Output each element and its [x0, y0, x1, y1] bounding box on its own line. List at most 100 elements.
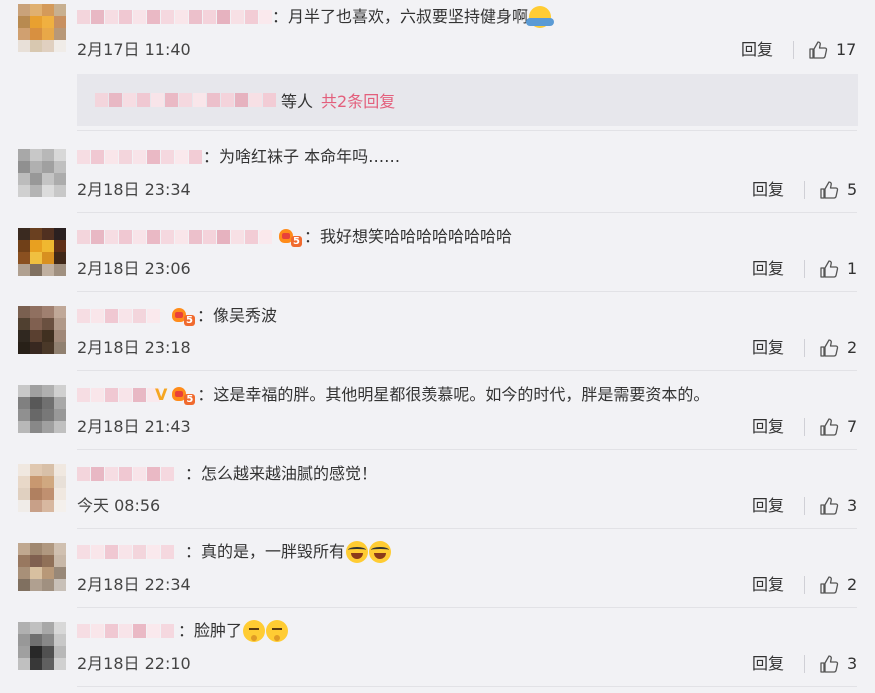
sub-replies-box[interactable]: 等人 共2条回复: [77, 74, 858, 126]
sub-replies-suffix: 等人: [281, 92, 314, 111]
thumbs-up-icon: [820, 655, 839, 673]
comment-divider: [77, 212, 857, 213]
avatar[interactable]: [18, 306, 66, 354]
comment-text: ：怎么越来越油腻的感觉！: [185, 463, 377, 485]
username-blurred[interactable]: [77, 463, 175, 485]
thumbs-up-icon: [820, 576, 839, 594]
reply-button[interactable]: 回复: [752, 654, 784, 674]
comment-text-content: ：真的是，一胖毁所有: [185, 542, 346, 561]
like-count: 2: [847, 575, 858, 594]
comment-text-content: ：为啥红袜子 本命年吗……: [203, 147, 401, 166]
hug-emoji-icon: [526, 6, 555, 28]
comment-divider: [77, 686, 857, 687]
avatar[interactable]: [18, 4, 66, 52]
like-button[interactable]: 3: [819, 496, 857, 516]
comment-text: 5 ：我好想笑哈哈哈哈哈哈哈哈: [278, 226, 512, 248]
action-separator: [804, 576, 805, 594]
comment-text: ：真的是，一胖毁所有: [185, 541, 392, 563]
like-button[interactable]: 2: [819, 575, 857, 595]
avatar[interactable]: [18, 543, 66, 591]
comment-time: 2月18日 21:43: [77, 417, 191, 436]
reply-button[interactable]: 回复: [752, 417, 784, 437]
comment-time: 2月18日 23:34: [77, 180, 191, 199]
reply-button[interactable]: 回复: [741, 40, 773, 60]
verified-v-icon: V: [155, 385, 168, 404]
comment-divider: [77, 528, 857, 529]
like-button[interactable]: 1: [819, 259, 857, 279]
like-count: 17: [836, 40, 857, 59]
member-badge-icon: 5: [171, 385, 196, 405]
reply-button[interactable]: 回复: [752, 338, 784, 358]
like-count: 3: [847, 654, 858, 673]
thumbs-up-icon: [820, 418, 839, 436]
username-blurred[interactable]: [77, 226, 273, 248]
laugh-cry-emoji-icon: [346, 541, 369, 563]
thumbs-up-icon: [820, 260, 839, 278]
comment-time: 2月18日 22:10: [77, 654, 191, 673]
comment-text: ：脸肿了: [178, 620, 289, 642]
action-separator: [804, 339, 805, 357]
thinking-emoji-icon: [243, 620, 266, 642]
action-separator: [804, 181, 805, 199]
comment-divider: [77, 607, 857, 608]
comment-time: 2月18日 22:34: [77, 575, 191, 594]
reply-button[interactable]: 回复: [752, 180, 784, 200]
like-button[interactable]: 17: [808, 40, 856, 60]
username-blurred[interactable]: [77, 305, 161, 327]
username-blurred[interactable]: [95, 89, 277, 111]
like-button[interactable]: 7: [819, 417, 857, 437]
username-blurred[interactable]: [77, 384, 161, 406]
avatar[interactable]: [18, 149, 66, 197]
comment-text: V 5 ：这是幸福的胖。其他明星都很羡慕呢。如今的时代，胖是需要资本的。: [155, 384, 709, 406]
comment-text: ：月半了也喜欢，六叔要坚持健身啊: [272, 6, 555, 28]
comment-divider: [77, 370, 857, 371]
laugh-cry-emoji-icon: [369, 541, 392, 563]
like-count: 2: [847, 338, 858, 357]
like-button[interactable]: 3: [819, 654, 857, 674]
avatar[interactable]: [18, 385, 66, 433]
comment-time: 今天 08:56: [77, 496, 161, 515]
username-blurred[interactable]: [77, 541, 175, 563]
action-separator: [804, 418, 805, 436]
more-replies-link[interactable]: 共2条回复: [321, 88, 395, 112]
like-count: 3: [847, 496, 858, 515]
action-separator: [793, 41, 794, 59]
reply-button[interactable]: 回复: [752, 259, 784, 279]
comment-text: 5 ：像吴秀波: [171, 305, 277, 327]
comment-divider: [77, 130, 857, 131]
action-separator: [804, 497, 805, 515]
comment-time: 2月18日 23:06: [77, 259, 191, 278]
comment-time: 2月18日 23:18: [77, 338, 191, 357]
like-count: 5: [847, 180, 858, 199]
comment-time: 2月17日 11:40: [77, 40, 191, 59]
avatar[interactable]: [18, 228, 66, 276]
thumbs-up-icon: [809, 41, 828, 59]
comment-text-content: ：怎么越来越油腻的感觉！: [185, 464, 378, 483]
comment-divider: [77, 449, 857, 450]
username-blurred[interactable]: [77, 620, 175, 642]
comment-text-content: ：月半了也喜欢，六叔要坚持健身啊: [272, 7, 529, 26]
reply-button[interactable]: 回复: [752, 575, 784, 595]
like-count: 1: [847, 259, 858, 278]
comment-text-content: ：我好想笑哈哈哈哈哈哈哈哈: [304, 227, 513, 246]
action-separator: [804, 655, 805, 673]
username-blurred[interactable]: [77, 146, 203, 168]
comment-text: ：为啥红袜子 本命年吗……: [203, 146, 400, 168]
action-separator: [804, 260, 805, 278]
member-badge-icon: 5: [171, 306, 195, 326]
like-button[interactable]: 2: [819, 338, 857, 358]
thumbs-up-icon: [820, 339, 839, 357]
comment-text-content: ：这是幸福的胖。其他明星都很羡慕呢。如今的时代，胖是需要资本的。: [197, 385, 710, 404]
member-badge-icon: 5: [278, 227, 302, 247]
thumbs-up-icon: [820, 181, 839, 199]
thumbs-up-icon: [820, 497, 839, 515]
like-count: 7: [847, 417, 858, 436]
reply-button[interactable]: 回复: [752, 496, 784, 516]
comment-text-content: ：脸肿了: [178, 621, 243, 640]
comment-divider: [77, 291, 857, 292]
avatar[interactable]: [18, 622, 66, 670]
avatar[interactable]: [18, 464, 66, 512]
username-blurred[interactable]: [77, 6, 273, 28]
like-button[interactable]: 5: [819, 180, 857, 200]
thinking-emoji-icon: [266, 620, 289, 642]
